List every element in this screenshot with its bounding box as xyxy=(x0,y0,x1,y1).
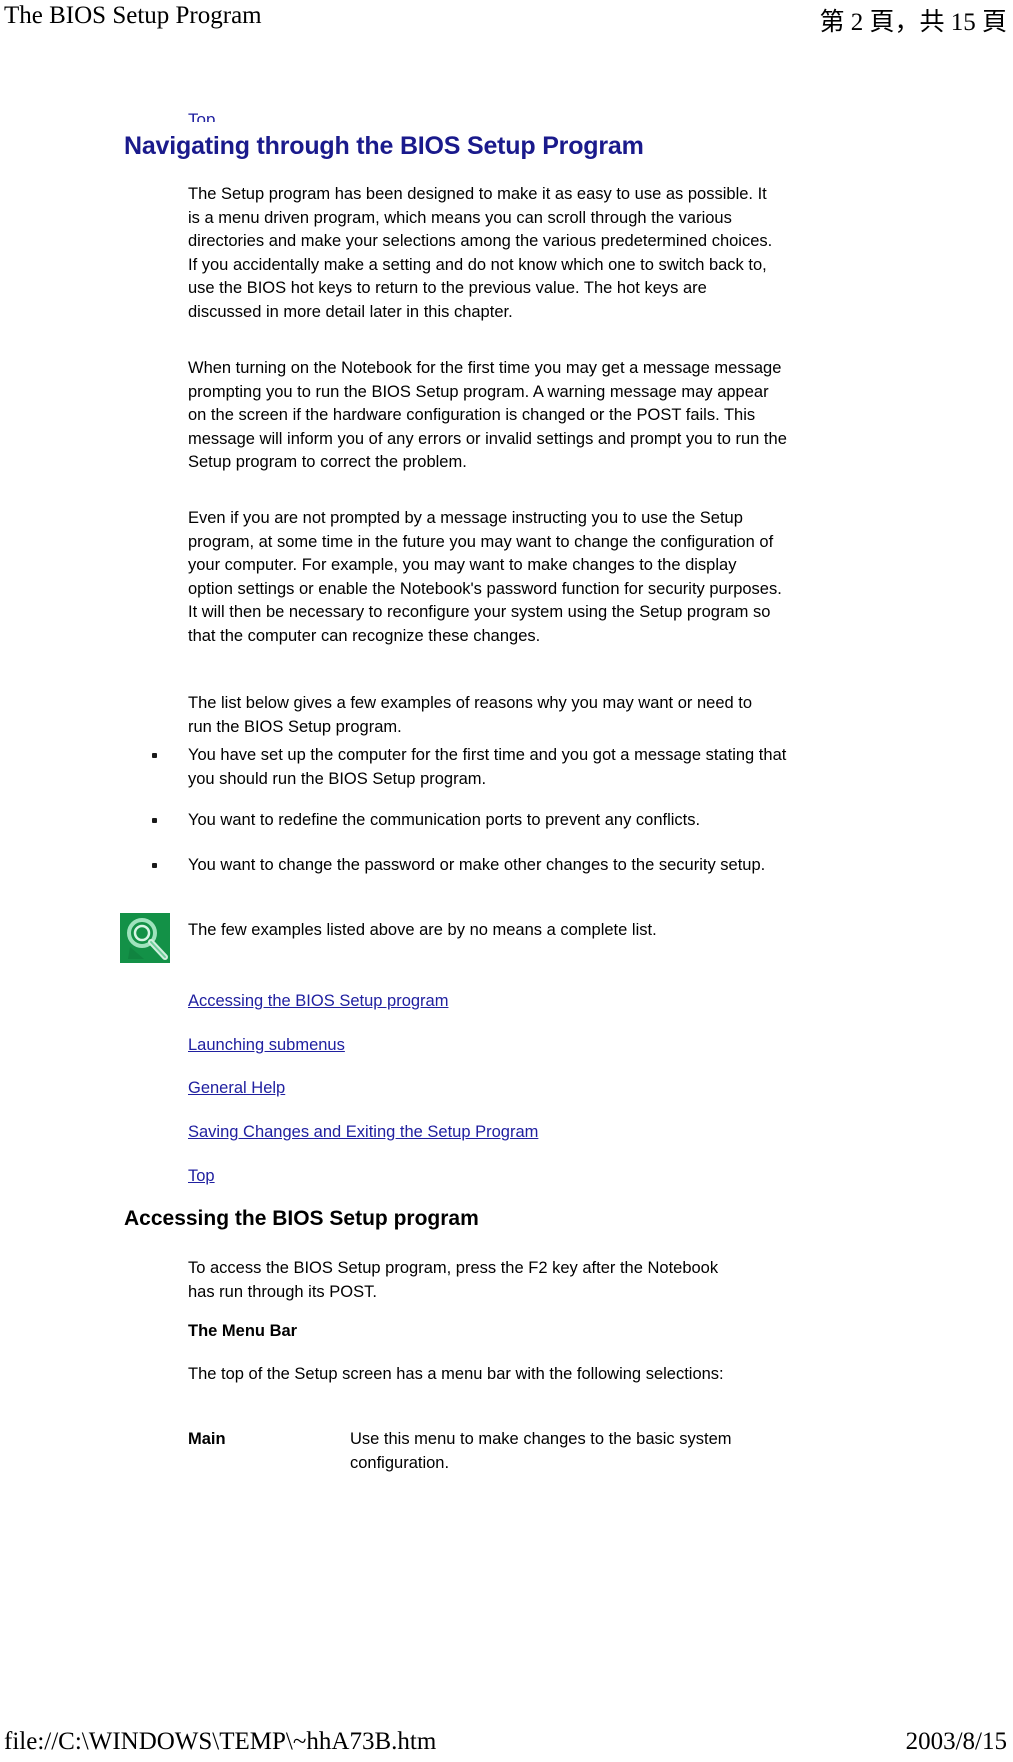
page-title: Navigating through the BIOS Setup Progra… xyxy=(124,132,644,160)
bullet-icon xyxy=(152,753,157,758)
menu-entry-description: Use this menu to make changes to the bas… xyxy=(350,1430,732,1472)
paragraph-turning-on-notebook: When turning on the Notebook for the fir… xyxy=(188,359,787,471)
header-page-number: 第 2 頁，共 15 頁 xyxy=(819,9,1007,36)
header-document-title: The BIOS Setup Program xyxy=(4,2,262,29)
menu-entry-main: Main Use this menu to make changes to th… xyxy=(188,1428,788,1475)
link-saving-changes-and-exiting[interactable]: Saving Changes and Exiting the Setup Pro… xyxy=(188,1121,538,1143)
link-accessing-the-bios-setup-program[interactable]: Accessing the BIOS Setup program xyxy=(188,990,448,1012)
bullet-icon xyxy=(152,863,157,868)
list-item: You want to change the password or make … xyxy=(152,854,792,878)
list-item-label: You have set up the computer for the fir… xyxy=(188,746,787,788)
page-header: The BIOS Setup Program 第 2 頁，共 15 頁 xyxy=(0,0,1013,40)
paragraph-menu-bar-selections: The top of the Setup screen has a menu b… xyxy=(188,1365,724,1383)
paragraph-access-bios-setup: To access the BIOS Setup program, press … xyxy=(188,1259,719,1301)
note-magnifier-icon xyxy=(120,913,170,963)
link-top[interactable]: Top xyxy=(188,1165,215,1187)
page-footer: file://C:\WINDOWS\TEMP\~hhA73B.htm 2003/… xyxy=(0,1728,1013,1762)
list-item: You want to redefine the communication p… xyxy=(152,809,792,833)
bullet-icon xyxy=(152,818,157,823)
heading-the-menu-bar: The Menu Bar xyxy=(188,1322,298,1340)
note-callout-text: The few examples listed above are by no … xyxy=(188,921,657,939)
list-item-label: You want to change the password or make … xyxy=(188,856,766,874)
footer-date: 2003/8/15 xyxy=(905,1728,1007,1755)
menu-entry-term: Main xyxy=(188,1430,226,1448)
paragraph-list-below-examples: The list below gives a few examples of r… xyxy=(188,694,753,736)
paragraph-setup-program-designed: The Setup program has been designed to m… xyxy=(188,185,773,321)
top-anchor-link-clipped[interactable]: Top xyxy=(188,108,215,122)
link-launching-submenus[interactable]: Launching submenus xyxy=(188,1034,345,1056)
link-general-help[interactable]: General Help xyxy=(188,1077,285,1099)
list-item: You have set up the computer for the fir… xyxy=(152,744,792,791)
subsection-title: Accessing the BIOS Setup program xyxy=(124,1207,479,1230)
list-item-label: You want to redefine the communication p… xyxy=(188,811,701,829)
footer-file-path: file://C:\WINDOWS\TEMP\~hhA73B.htm xyxy=(4,1728,437,1755)
paragraph-even-if-not-prompted: Even if you are not prompted by a messag… xyxy=(188,509,782,645)
